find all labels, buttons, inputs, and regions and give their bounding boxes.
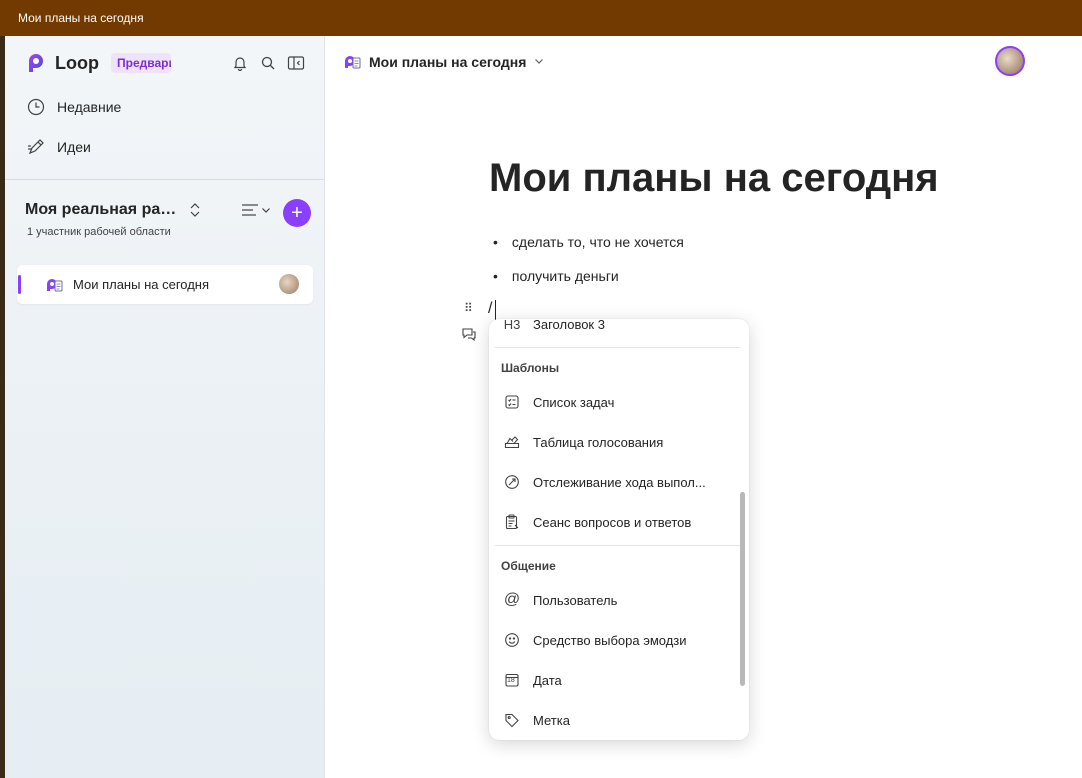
menu-item-label-tag[interactable]: Метка: [489, 700, 739, 740]
workspace-title[interactable]: Моя реальная рабочая область: [25, 201, 185, 219]
window-title: Мои планы на сегодня: [18, 11, 144, 25]
sort-menu-button[interactable]: [241, 203, 271, 217]
drag-handle-icon[interactable]: ⠿: [464, 301, 473, 315]
list-item[interactable]: • получить деньги: [493, 268, 619, 284]
checklist-icon: [503, 393, 521, 411]
breadcrumb-title: Мои планы на сегодня: [369, 54, 527, 70]
breadcrumb[interactable]: Мои планы на сегодня: [343, 53, 544, 71]
nav-recent-label: Недавние: [57, 99, 122, 115]
menu-item-label: Заголовок 3: [533, 319, 605, 332]
emoji-icon: [503, 631, 521, 649]
page-title[interactable]: Мои планы на сегодня: [489, 156, 939, 201]
menu-item-voting-table[interactable]: Таблица голосования: [489, 422, 739, 462]
progress-tracker-icon: [503, 473, 521, 491]
bell-icon[interactable]: [231, 54, 249, 72]
list-item-text: получить деньги: [511, 268, 619, 284]
menu-section-heading: Общение: [501, 559, 556, 573]
bullet-dot: •: [493, 268, 498, 284]
bullet-dot: •: [493, 234, 498, 250]
menu-item-label: Сеанс вопросов и ответов: [533, 514, 692, 530]
comment-icon[interactable]: [461, 326, 477, 342]
nav-ideas[interactable]: Идеи: [27, 138, 91, 156]
menu-divider: [495, 347, 741, 348]
list-item[interactable]: • сделать то, что не хочется: [493, 234, 684, 250]
preview-badge: Предварительная версия: [110, 53, 171, 73]
clock-icon: [27, 98, 45, 116]
loop-logo-icon: [29, 54, 43, 72]
selected-indicator: [18, 275, 21, 294]
menu-item-label: Метка: [533, 712, 570, 728]
collapse-sidebar-icon[interactable]: [287, 54, 305, 72]
menu-item-emoji-picker[interactable]: Средство выбора эмодзи: [489, 620, 739, 660]
sidebar-divider: [5, 179, 325, 180]
main-content: Мои планы на сегодня Мои планы на сегодн…: [325, 36, 1082, 778]
menu-item-label: Дата: [533, 672, 562, 688]
slash-command-menu: H3 Заголовок 3 Шаблоны Список задач Табл…: [489, 319, 749, 740]
chevron-down-icon: [534, 56, 544, 69]
add-page-button[interactable]: +: [283, 199, 311, 227]
calendar-icon: 18: [503, 671, 521, 689]
loop-page-icon: [47, 279, 63, 292]
avatar: [279, 274, 299, 294]
nav-recent[interactable]: Недавние: [27, 98, 121, 116]
app-name: Loop: [55, 52, 99, 73]
loop-page-icon: [345, 56, 361, 69]
menu-item-label: Список задач: [533, 394, 615, 410]
chevron-up-down-icon[interactable]: [188, 201, 202, 219]
tag-icon: [503, 711, 521, 729]
sidebar: Loop Предварительная версия Недавние Иде…: [5, 36, 325, 778]
menu-item-user[interactable]: @ Пользователь: [489, 580, 739, 620]
calendar-day-text: 18: [507, 677, 515, 684]
menu-divider: [495, 545, 741, 546]
app-window: Loop Предварительная версия Недавние Иде…: [5, 36, 1082, 778]
nav-ideas-label: Идеи: [57, 139, 91, 155]
window-titlebar: Мои планы на сегодня: [0, 0, 1082, 36]
menu-item-label: Таблица голосования: [533, 434, 664, 450]
voting-table-icon: [503, 433, 521, 451]
list-item-text: сделать то, что не хочется: [511, 234, 684, 250]
brand[interactable]: Loop Предварительная версия: [25, 52, 171, 74]
menu-item-progress-tracker[interactable]: Отслеживание хода выпол...: [489, 462, 739, 502]
sort-lines-icon: [242, 204, 258, 216]
sidebar-toolbar: [231, 54, 305, 72]
qa-clipboard-icon: [503, 513, 521, 531]
heading3-icon: H3: [503, 319, 521, 332]
workspace-subtitle: 1 участник рабочей области: [27, 226, 171, 238]
text-cursor: [495, 300, 496, 320]
slash-command-text[interactable]: /: [488, 300, 492, 318]
menu-item-label: Средство выбора эмодзи: [533, 632, 687, 648]
avatar[interactable]: [995, 46, 1025, 76]
sidebar-page-item[interactable]: Мои планы на сегодня: [17, 265, 313, 304]
chevron-down-icon: [262, 208, 270, 213]
menu-scrollbar-thumb[interactable]: [740, 492, 745, 686]
menu-item-label: Пользователь: [533, 592, 618, 608]
at-mention-icon: @: [503, 591, 521, 608]
menu-item-qa-session[interactable]: Сеанс вопросов и ответов: [489, 502, 739, 542]
plus-icon: +: [291, 202, 303, 224]
menu-item-label: Отслеживание хода выпол...: [533, 474, 706, 490]
menu-section-heading: Шаблоны: [501, 361, 560, 375]
search-icon[interactable]: [259, 54, 277, 72]
menu-item-heading3[interactable]: H3 Заголовок 3: [489, 319, 739, 344]
menu-item-task-list[interactable]: Список задач: [489, 382, 739, 422]
ideas-pen-icon: [28, 139, 44, 155]
menu-item-date[interactable]: 18 Дата: [489, 660, 739, 700]
sidebar-page-label: Мои планы на сегодня: [73, 277, 210, 292]
